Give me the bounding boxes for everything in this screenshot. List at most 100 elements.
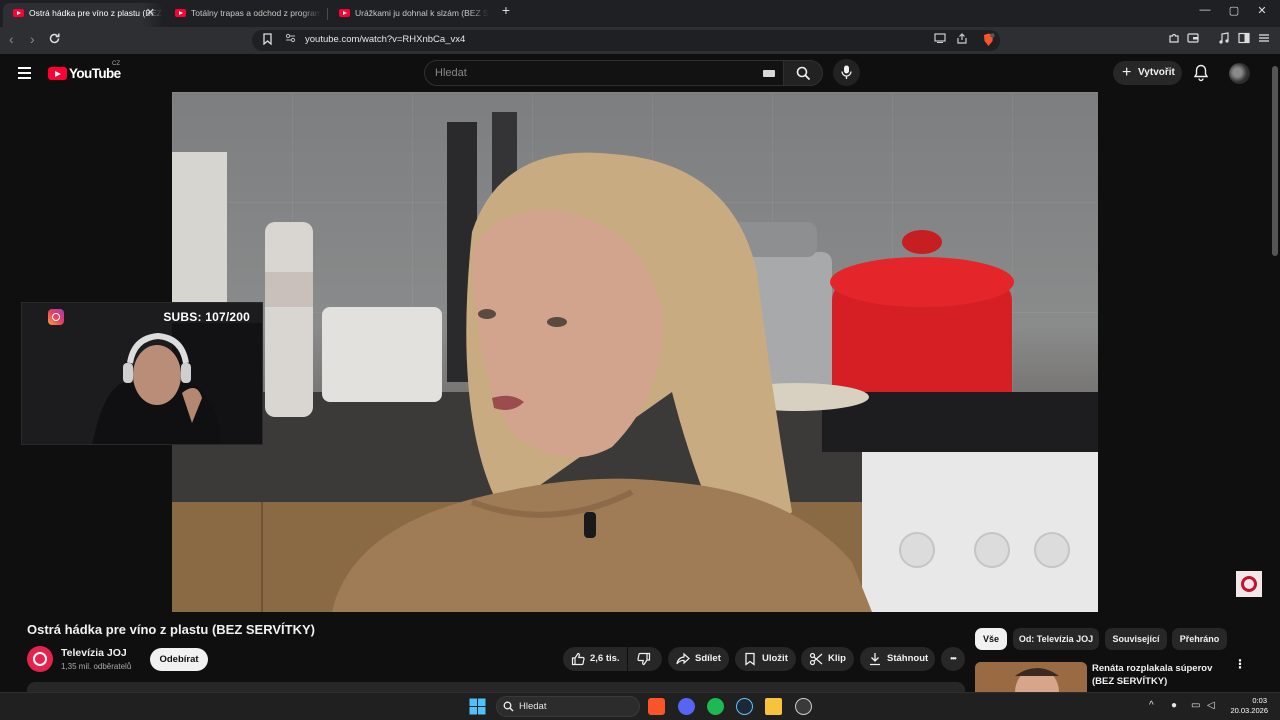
- clock-time[interactable]: 0:03: [1250, 696, 1267, 705]
- back-icon[interactable]: ‹: [9, 31, 14, 47]
- chip-related[interactable]: Související: [1105, 628, 1167, 650]
- subs-counter-overlay: SUBS: 107/200: [163, 310, 250, 324]
- more-actions-button[interactable]: •••: [941, 647, 965, 671]
- channel-subscriber-count: 1,35 mil. odběratelů: [61, 662, 132, 671]
- account-avatar[interactable]: [1229, 63, 1250, 84]
- tab-3[interactable]: Urážkami ju dohnal k slzám (BEZ SER: [329, 3, 489, 27]
- new-tab-plus-icon[interactable]: +: [496, 2, 516, 18]
- create-label: Vytvořit: [1138, 67, 1175, 78]
- menu-icon[interactable]: [1257, 32, 1271, 46]
- dislike-button[interactable]: [628, 647, 662, 671]
- notifications-icon[interactable]: [1193, 64, 1209, 82]
- taskbar-search-label: Hledat: [519, 701, 547, 712]
- wallet-icon[interactable]: [1186, 32, 1200, 46]
- video-title: Ostrá hádka pre víno z plastu (BEZ SERVÍ…: [27, 622, 315, 637]
- like-button[interactable]: 2,6 tis.: [563, 647, 627, 671]
- download-icon: [870, 653, 880, 666]
- clip-button[interactable]: Klip: [801, 647, 854, 671]
- scissors-icon: [809, 652, 823, 666]
- chip-watched[interactable]: Přehráno: [1172, 628, 1227, 650]
- url-text: youtube.com/watch?v=RHXnbCa_vx4: [305, 34, 466, 45]
- save-label: Uložit: [762, 653, 788, 664]
- download-button[interactable]: Stáhnout: [860, 647, 935, 671]
- joj-watermark-icon: [1236, 571, 1262, 597]
- subscribe-button[interactable]: Odebírat: [150, 648, 208, 671]
- youtube-favicon-icon: [339, 9, 350, 17]
- search-button[interactable]: [783, 60, 823, 86]
- create-button[interactable]: + Vytvořit: [1113, 61, 1182, 85]
- file-explorer-icon[interactable]: [765, 698, 782, 715]
- microphone-icon: [841, 65, 852, 79]
- chip-from-channel[interactable]: Od: Televízia JOJ: [1013, 628, 1099, 650]
- media-icon[interactable]: [1217, 32, 1231, 46]
- thumbs-up-icon: [571, 652, 585, 666]
- chip-all[interactable]: Vše: [975, 628, 1007, 650]
- scrollbar-thumb[interactable]: [1272, 66, 1278, 256]
- tab-active[interactable]: Ostrá hádka pre víno z plastu (BEZ ✕: [3, 3, 163, 27]
- search-icon: [796, 66, 811, 81]
- maximize-icon[interactable]: ▢: [1224, 4, 1244, 17]
- share-label: Sdílet: [695, 653, 721, 664]
- channel-avatar[interactable]: [27, 646, 53, 672]
- search-placeholder: Hledat: [435, 67, 467, 79]
- youtube-favicon-icon: [175, 9, 186, 17]
- recommended-title[interactable]: Renáta rozplakala súperov (BEZ SERVÍTKY): [1092, 662, 1232, 688]
- taskbar-search[interactable]: Hledat: [496, 696, 640, 717]
- minimize-icon[interactable]: —: [1195, 4, 1215, 16]
- extensions-icon[interactable]: [1167, 32, 1181, 46]
- tab-close-icon[interactable]: ✕: [146, 3, 155, 23]
- volume-icon[interactable]: ◁: [1207, 700, 1215, 711]
- save-button[interactable]: Uložit: [735, 647, 796, 671]
- sidebar-icon[interactable]: [1237, 32, 1251, 46]
- recommended-menu-icon[interactable]: ⋮: [1234, 658, 1246, 670]
- windows-start-icon[interactable]: [469, 698, 486, 715]
- windows-taskbar: Hledat ^ ● ▭ ◁ 0:03 20.03.2026: [0, 692, 1280, 720]
- network-icon[interactable]: ▭: [1191, 700, 1200, 711]
- video-frame: [172, 112, 1098, 612]
- share-icon: [676, 652, 690, 665]
- search-input[interactable]: Hledat: [424, 60, 784, 86]
- youtube-header: YouTube CZ Hledat + Vytvořit: [0, 54, 1270, 92]
- share-page-icon[interactable]: [955, 33, 969, 47]
- forward-icon[interactable]: ›: [30, 31, 35, 47]
- bookmark-icon[interactable]: [260, 33, 274, 47]
- clock-date[interactable]: 20.03.2026: [1228, 706, 1268, 715]
- youtube-favicon-icon: [13, 9, 24, 17]
- instagram-icon: [48, 309, 64, 325]
- video-player[interactable]: [172, 92, 1098, 612]
- brave-shield-icon[interactable]: [981, 33, 995, 47]
- share-button[interactable]: Sdílet: [668, 647, 729, 671]
- clip-label: Klip: [828, 653, 846, 664]
- voice-search-button[interactable]: [833, 59, 860, 86]
- obs-app-icon[interactable]: [795, 698, 812, 715]
- thumbs-down-icon: [637, 652, 651, 666]
- youtube-play-logo-icon: [48, 67, 67, 80]
- guide-menu-icon[interactable]: [18, 67, 32, 79]
- channel-name[interactable]: Televízia JOJ: [61, 647, 127, 659]
- site-info-icon[interactable]: [283, 33, 297, 47]
- page-scrollbar[interactable]: [1270, 54, 1280, 692]
- cast-icon[interactable]: [933, 33, 947, 47]
- window-close-icon[interactable]: ✕: [1252, 4, 1272, 17]
- tab-label: Ostrá hádka pre víno z plastu (BEZ: [29, 8, 162, 18]
- recommended-thumbnail[interactable]: [975, 662, 1087, 692]
- brave-app-icon[interactable]: [648, 698, 665, 715]
- keyboard-icon[interactable]: [763, 70, 775, 77]
- description-box[interactable]: [27, 682, 965, 692]
- like-count: 2,6 tis.: [590, 653, 620, 664]
- tab-2[interactable]: Totálny trapas a odchod z programu: [165, 3, 321, 27]
- youtube-logo-text: YouTube: [69, 66, 121, 81]
- spotify-app-icon[interactable]: [707, 698, 724, 715]
- steam-app-icon[interactable]: [736, 698, 753, 715]
- discord-app-icon[interactable]: [678, 698, 695, 715]
- tray-overflow-icon[interactable]: ^: [1149, 700, 1154, 711]
- browser-tab-strip: Ostrá hádka pre víno z plastu (BEZ ✕ Tot…: [0, 0, 1280, 27]
- thumbnail-image: [975, 662, 1087, 692]
- microphone-tray-icon[interactable]: ●: [1171, 700, 1177, 711]
- country-code: CZ: [112, 61, 120, 67]
- address-bar[interactable]: youtube.com/watch?v=RHXnbCa_vx4: [252, 30, 1000, 51]
- download-label: Stáhnout: [887, 653, 929, 664]
- streamer-webcam-overlay: SUBS: 107/200: [21, 302, 263, 445]
- reload-icon[interactable]: [47, 32, 61, 46]
- browser-toolbar: ‹ › youtube.com/watch?v=RHXnbCa_vx4: [0, 27, 1280, 54]
